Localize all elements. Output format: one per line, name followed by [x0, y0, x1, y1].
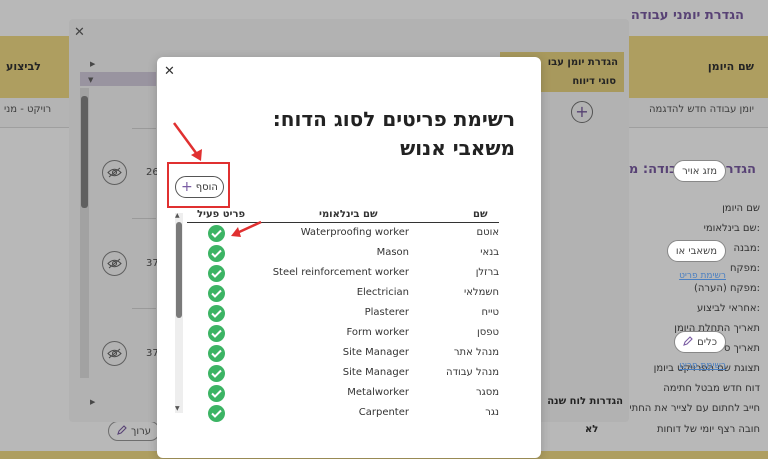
- table-row[interactable]: Plasterer טייח: [187, 303, 499, 323]
- table-row[interactable]: Site Manager מנהל אתר: [187, 343, 499, 363]
- item-name: מסגר: [475, 387, 499, 398]
- active-check-icon[interactable]: [208, 265, 225, 282]
- column-header-active: פריט פעיל: [197, 209, 246, 220]
- item-intl-name: Plasterer: [364, 307, 409, 318]
- item-name: בנאי: [480, 247, 499, 258]
- item-name: טייח: [481, 307, 500, 318]
- table-row[interactable]: Site Manager מנהל עבודה: [187, 363, 499, 383]
- add-item-label: הוסף: [195, 181, 218, 193]
- item-name: מנהל עבודה: [446, 367, 499, 378]
- active-check-icon[interactable]: [208, 325, 225, 342]
- table-row[interactable]: Steel reinforcement worker ברזלן: [187, 263, 499, 283]
- item-intl-name: Metalworker: [347, 387, 409, 398]
- active-check-icon[interactable]: [208, 285, 225, 302]
- items-table: Waterproofing worker אוטם Mason בנאי Steel r…: [187, 223, 499, 423]
- annotation-arrow-icon: [172, 122, 202, 161]
- item-intl-name: Electrician: [356, 287, 409, 298]
- active-check-icon[interactable]: [208, 365, 225, 382]
- item-name: נגר: [485, 407, 499, 418]
- report-type-tools[interactable]: כלים: [674, 331, 726, 353]
- report-type-label: כלים: [697, 336, 717, 348]
- active-check-icon[interactable]: [208, 385, 225, 402]
- active-check-icon[interactable]: [208, 405, 225, 422]
- table-row[interactable]: Electrician חשמלאי: [187, 283, 499, 303]
- table-row[interactable]: Waterproofing worker אוטם: [187, 223, 499, 243]
- item-name: מנהל אתר: [453, 347, 499, 358]
- report-type-label: משאבי או: [675, 245, 717, 257]
- item-intl-name: Site Manager: [342, 347, 409, 358]
- items-list-dialog: ✕ רשימת פריטים לסוג הדוח: משאבי אנוש + ה…: [157, 57, 541, 458]
- scrollbar-thumb[interactable]: [176, 222, 182, 318]
- active-check-icon[interactable]: [208, 225, 225, 242]
- dialog-title: רשימת פריטים לסוג הדוח: משאבי אנוש: [272, 107, 515, 160]
- item-name: חשמלאי: [463, 287, 499, 298]
- report-type-label: מזג אויר: [682, 165, 717, 177]
- item-intl-name: Site Manager: [342, 367, 409, 378]
- column-header-name: שם: [473, 209, 488, 220]
- scroll-up-icon[interactable]: ▲: [175, 212, 180, 219]
- column-header-intl-name: שם בינלאומי: [319, 209, 378, 220]
- item-intl-name: Carpenter: [358, 407, 409, 418]
- pencil-icon: [683, 335, 693, 349]
- close-icon[interactable]: ✕: [74, 25, 85, 40]
- item-name: טפסן: [477, 327, 499, 338]
- item-intl-name: Form worker: [346, 327, 409, 338]
- item-name: ברזלן: [475, 267, 499, 278]
- report-type-human-resources[interactable]: משאבי או: [666, 240, 726, 262]
- table-row[interactable]: Form worker טפסן: [187, 323, 499, 343]
- item-intl-name: Waterproofing worker: [300, 227, 409, 238]
- item-intl-name: Steel reinforcement worker: [272, 267, 409, 278]
- close-icon[interactable]: ✕: [164, 64, 175, 79]
- active-check-icon[interactable]: [208, 345, 225, 362]
- items-list-link[interactable]: רשימת פריט: [679, 361, 726, 371]
- report-type-weather[interactable]: מזג אויר: [673, 160, 726, 182]
- items-list-link[interactable]: רשימת פריט: [679, 271, 726, 281]
- table-row[interactable]: Metalworker מסגר: [187, 383, 499, 403]
- scroll-down-icon[interactable]: ▼: [175, 405, 180, 412]
- add-item-button[interactable]: + הוסף: [175, 176, 224, 198]
- table-row[interactable]: Carpenter נגר: [187, 403, 499, 423]
- plus-icon: +: [181, 179, 193, 195]
- active-check-icon[interactable]: [208, 305, 225, 322]
- active-check-icon[interactable]: [208, 245, 225, 262]
- item-name: אוטם: [476, 227, 499, 238]
- table-row[interactable]: Mason בנאי: [187, 243, 499, 263]
- item-intl-name: Mason: [376, 247, 409, 258]
